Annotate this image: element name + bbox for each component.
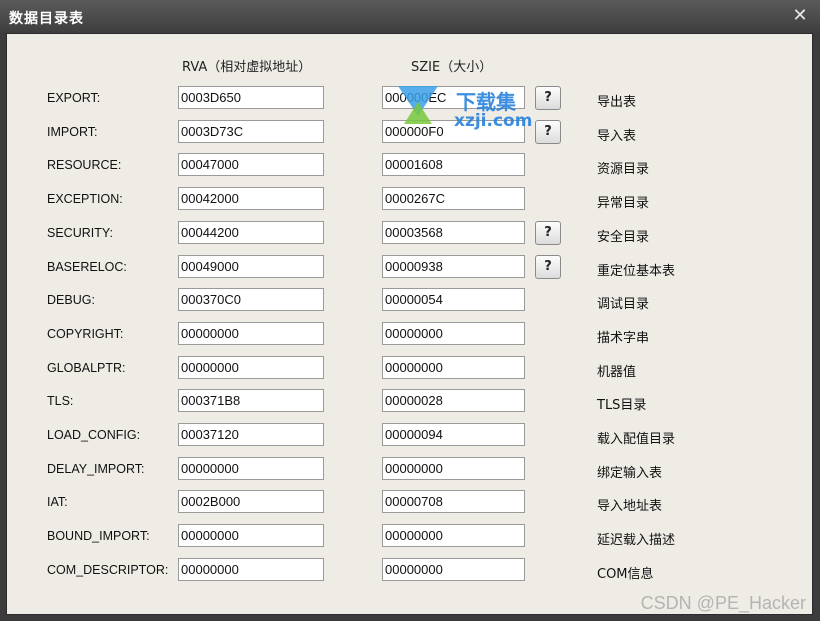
size-field[interactable]: 00000000 — [382, 558, 525, 581]
directory-description: 调试目录 — [597, 297, 650, 312]
rva-field[interactable]: 000370C0 — [178, 288, 324, 311]
rva-field[interactable]: 00049000 — [178, 255, 324, 278]
title-bar: 数据目录表 ✕ — [0, 0, 820, 33]
directory-label: BASERELOC: — [47, 260, 127, 274]
size-column-header: SZIE（大小） — [411, 60, 493, 75]
site-watermark: 下载集 xzji.com — [398, 80, 533, 136]
size-field[interactable]: 00003568 — [382, 221, 525, 244]
directory-description: 载入配值目录 — [597, 432, 676, 447]
size-field[interactable]: 00000000 — [382, 322, 525, 345]
directory-row: TLS: 000371B8 00000028 TLS目录 — [7, 389, 807, 415]
rva-field[interactable]: 00000000 — [178, 457, 324, 480]
size-field[interactable]: 00000708 — [382, 490, 525, 513]
directory-label: BOUND_IMPORT: — [47, 529, 150, 543]
size-field[interactable]: 00000054 — [382, 288, 525, 311]
directory-row: IAT: 0002B000 00000708 导入地址表 — [7, 490, 807, 516]
csdn-watermark: CSDN @PE_Hacker — [640, 593, 806, 613]
directory-description: 资源目录 — [597, 162, 650, 177]
help-button[interactable]: ? — [535, 120, 561, 144]
directory-description: COM信息 — [597, 567, 654, 582]
size-field[interactable]: 00000000 — [382, 457, 525, 480]
directory-label: IAT: — [47, 495, 68, 509]
directory-row: GLOBALPTR: 00000000 00000000 机器值 — [7, 356, 807, 382]
directory-label: SECURITY: — [47, 226, 113, 240]
directory-label: LOAD_CONFIG: — [47, 428, 141, 442]
rva-field[interactable]: 00042000 — [178, 187, 324, 210]
size-field[interactable]: 00000938 — [382, 255, 525, 278]
size-field[interactable]: 00000028 — [382, 389, 525, 412]
size-field[interactable]: 00000000 — [382, 356, 525, 379]
directory-label: COM_DESCRIPTOR: — [47, 563, 169, 577]
watermark-site-url: xzji.com — [454, 111, 533, 131]
window-title: 数据目录表 — [9, 11, 84, 27]
directory-row: COPYRIGHT: 00000000 00000000 描术字串 — [7, 322, 807, 348]
directory-row: DELAY_IMPORT: 00000000 00000000 绑定输入表 — [7, 457, 807, 483]
rva-field[interactable]: 0002B000 — [178, 490, 324, 513]
directory-description: 描术字串 — [597, 331, 650, 346]
help-button[interactable]: ? — [535, 255, 561, 279]
rva-field[interactable]: 00037120 — [178, 423, 324, 446]
directory-row: BASERELOC: 00049000 00000938? 重定位基本表 — [7, 255, 807, 281]
directory-description: 导入地址表 — [597, 499, 663, 514]
watermark-logo-arrow-icon — [404, 102, 432, 124]
size-field[interactable]: 00001608 — [382, 153, 525, 176]
rva-field[interactable]: 00044200 — [178, 221, 324, 244]
directory-description: 重定位基本表 — [597, 264, 676, 279]
directory-label: IMPORT: — [47, 125, 98, 139]
directory-row: BOUND_IMPORT: 00000000 00000000 延迟载入描述 — [7, 524, 807, 550]
rva-field[interactable]: 00000000 — [178, 322, 324, 345]
rva-field[interactable]: 0003D650 — [178, 86, 324, 109]
directory-row: RESOURCE: 00047000 00001608 资源目录 — [7, 153, 807, 179]
rva-field[interactable]: 00000000 — [178, 524, 324, 547]
directory-label: TLS: — [47, 394, 74, 408]
help-button[interactable]: ? — [535, 221, 561, 245]
rva-field[interactable]: 0003D73C — [178, 120, 324, 143]
rva-field[interactable]: 00047000 — [178, 153, 324, 176]
directory-label: RESOURCE: — [47, 158, 122, 172]
directory-row: DEBUG: 000370C0 00000054 调试目录 — [7, 288, 807, 314]
directory-label: DELAY_IMPORT: — [47, 462, 145, 476]
directory-description: 机器值 — [597, 365, 637, 380]
directory-description: 绑定输入表 — [597, 466, 663, 481]
directory-description: 导入表 — [597, 129, 637, 144]
directory-label: DEBUG: — [47, 293, 95, 307]
directory-label: EXPORT: — [47, 91, 101, 105]
directory-row: EXCEPTION: 00042000 0000267C 异常目录 — [7, 187, 807, 213]
directory-row: SECURITY: 00044200 00003568? 安全目录 — [7, 221, 807, 247]
directory-description: TLS目录 — [597, 398, 647, 413]
directory-row: LOAD_CONFIG: 00037120 00000094 载入配值目录 — [7, 423, 807, 449]
close-icon[interactable]: ✕ — [790, 6, 810, 26]
rva-field[interactable]: 00000000 — [178, 356, 324, 379]
directory-label: GLOBALPTR: — [47, 361, 126, 375]
directory-label: EXCEPTION: — [47, 192, 123, 206]
help-button[interactable]: ? — [535, 86, 561, 110]
directory-description: 安全目录 — [597, 230, 650, 245]
directory-label: COPYRIGHT: — [47, 327, 124, 341]
size-field[interactable]: 00000000 — [382, 524, 525, 547]
rva-field[interactable]: 000371B8 — [178, 389, 324, 412]
size-field[interactable]: 00000094 — [382, 423, 525, 446]
directory-row: COM_DESCRIPTOR: 00000000 00000000 COM信息 — [7, 558, 807, 584]
directory-description: 延迟载入描述 — [597, 533, 676, 548]
rva-column-header: RVA（相对虚拟地址） — [182, 60, 312, 75]
data-directory-window: 数据目录表 ✕ RVA（相对虚拟地址） SZIE（大小） EXPORT: 0003… — [0, 0, 820, 621]
size-field[interactable]: 0000267C — [382, 187, 525, 210]
rva-field[interactable]: 00000000 — [178, 558, 324, 581]
directory-description: 导出表 — [597, 95, 637, 110]
directory-description: 异常目录 — [597, 196, 650, 211]
